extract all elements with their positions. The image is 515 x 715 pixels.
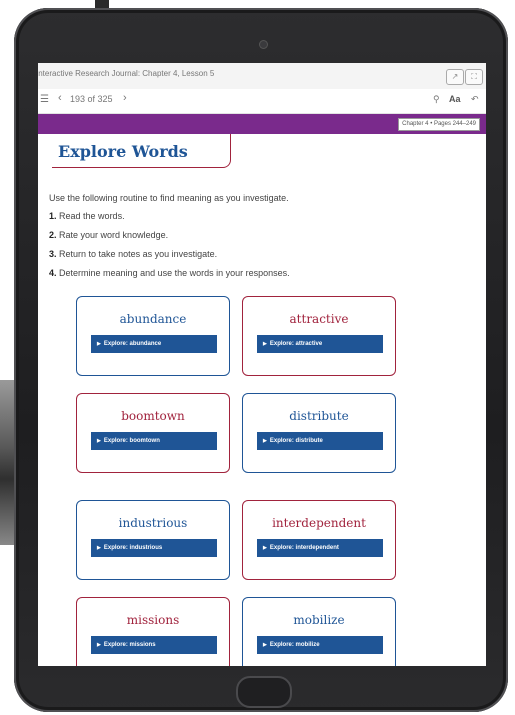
back-arrow-icon[interactable]: ↶ (471, 94, 479, 105)
hamburger-icon[interactable]: ☰ (40, 94, 49, 105)
chevron-right-icon[interactable]: › (123, 92, 127, 104)
card-word: missions (126, 613, 180, 627)
triangle-right-icon: ▶ (97, 341, 101, 347)
step-item: 3. Return to take notes as you investiga… (49, 249, 218, 259)
card-word: abundance (119, 312, 187, 326)
word-card-mobilize: mobilize ▶ Explore: mobilize (242, 597, 396, 666)
step-item: 2. Rate your word knowledge. (49, 230, 169, 240)
word-card-missions: missions ▶ Explore: missions (76, 597, 230, 666)
page-title: Explore Words (58, 142, 188, 161)
search-icon[interactable]: ⚲ (433, 94, 440, 105)
explore-attractive-button[interactable]: ▶ Explore: attractive (257, 335, 383, 353)
fullscreen-icon[interactable]: ⛶ (465, 69, 483, 85)
chevron-left-icon[interactable]: ‹ (58, 92, 62, 104)
explore-mobilize-button[interactable]: ▶ Explore: mobilize (257, 636, 383, 654)
explore-interdependent-button[interactable]: ▶ Explore: interdependent (257, 539, 383, 557)
home-button[interactable] (236, 676, 292, 708)
explore-abundance-button[interactable]: ▶ Explore: abundance (91, 335, 217, 353)
word-card-abundance: abundance ▶ Explore: abundance (76, 296, 230, 376)
word-card-distribute: distribute ▶ Explore: distribute (242, 393, 396, 473)
font-size-button[interactable]: Aa (449, 94, 461, 104)
triangle-right-icon: ▶ (97, 438, 101, 444)
intro-text: Use the following routine to find meanin… (49, 193, 289, 203)
triangle-right-icon: ▶ (263, 545, 267, 551)
triangle-right-icon: ▶ (263, 341, 267, 347)
app-title: Interactive Research Journal: Chapter 4,… (38, 69, 215, 78)
step-item: 1. Read the words. (49, 211, 125, 221)
word-card-boomtown: boomtown ▶ Explore: boomtown (76, 393, 230, 473)
reader-navbar: ☰ ‹ 193 of 325 › ⚲ Aa ↶ (38, 89, 486, 114)
tablet-frame: Interactive Research Journal: Chapter 4,… (14, 8, 508, 712)
card-word: attractive (289, 312, 349, 326)
card-word: boomtown (121, 409, 185, 423)
camera-icon (260, 41, 267, 48)
chapter-pages-badge[interactable]: Chapter 4 • Pages 244–249 (398, 118, 480, 131)
section-header: Explore Words (52, 134, 231, 168)
tablet-screen: Interactive Research Journal: Chapter 4,… (38, 63, 486, 666)
word-card-interdependent: interdependent ▶ Explore: interdependent (242, 500, 396, 580)
explore-distribute-button[interactable]: ▶ Explore: distribute (257, 432, 383, 450)
explore-missions-button[interactable]: ▶ Explore: missions (91, 636, 217, 654)
triangle-right-icon: ▶ (97, 642, 101, 648)
triangle-right-icon: ▶ (263, 642, 267, 648)
explore-boomtown-button[interactable]: ▶ Explore: boomtown (91, 432, 217, 450)
step-item: 4. Determine meaning and use the words i… (49, 268, 290, 278)
card-word: interdependent (272, 516, 366, 530)
word-card-attractive: attractive ▶ Explore: attractive (242, 296, 396, 376)
app-titlebar: Interactive Research Journal: Chapter 4,… (38, 63, 486, 89)
word-card-industrious: industrious ▶ Explore: industrious (76, 500, 230, 580)
triangle-right-icon: ▶ (97, 545, 101, 551)
card-word: distribute (289, 409, 349, 423)
chapter-bar: Chapter 4 • Pages 244–249 (38, 114, 486, 134)
popout-icon[interactable]: ↗ (446, 69, 464, 85)
card-word: industrious (118, 516, 188, 530)
explore-industrious-button[interactable]: ▶ Explore: industrious (91, 539, 217, 557)
triangle-right-icon: ▶ (263, 438, 267, 444)
page-indicator[interactable]: 193 of 325 (70, 94, 113, 104)
card-word: mobilize (293, 613, 345, 627)
